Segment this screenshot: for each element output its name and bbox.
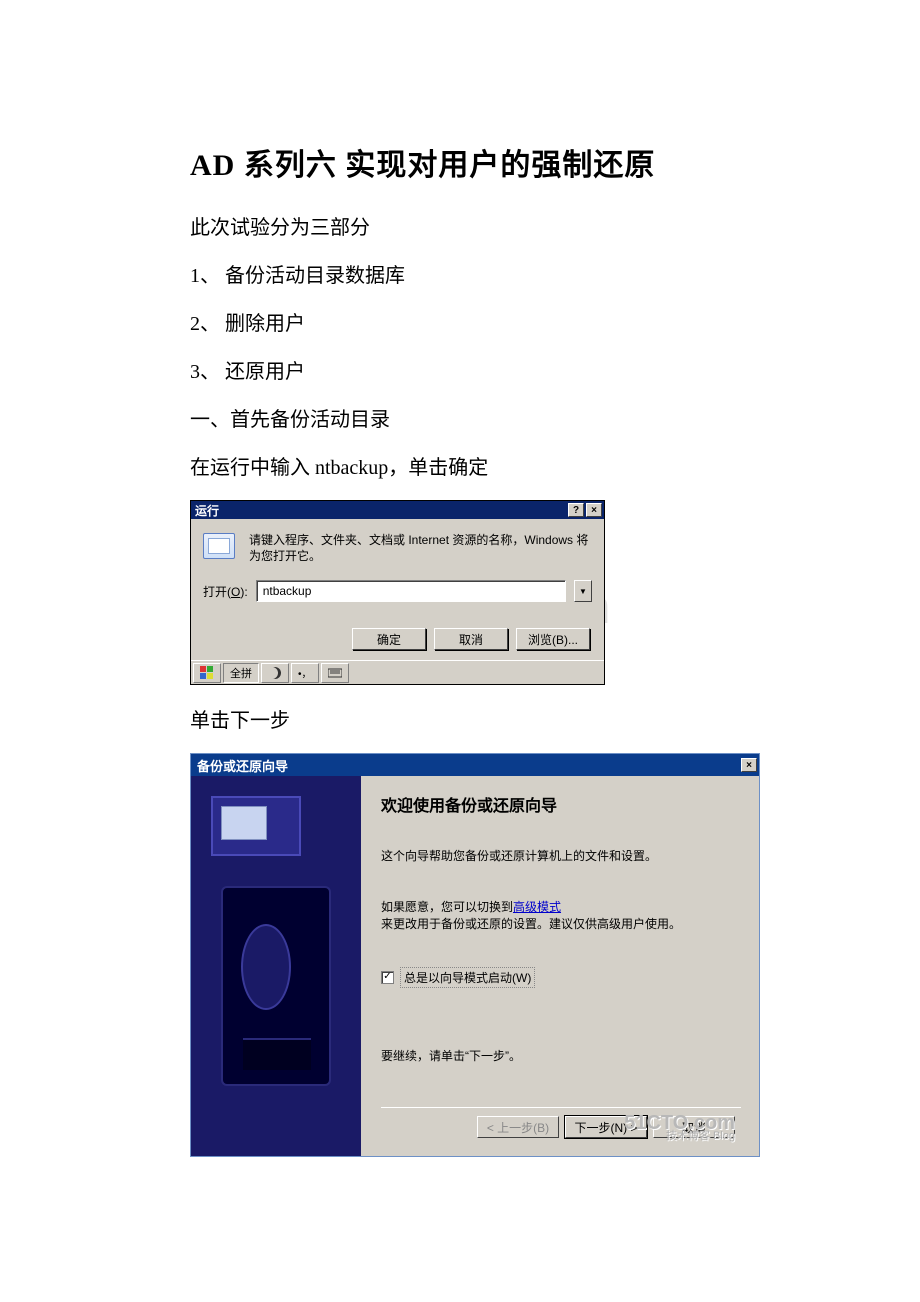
windows-flag-icon bbox=[200, 666, 214, 680]
wizard-sidebar-image bbox=[191, 776, 361, 1156]
half-moon-icon bbox=[268, 666, 282, 680]
ime-punct-icon[interactable]: •， bbox=[291, 663, 319, 683]
punct-icon: •， bbox=[298, 665, 312, 680]
keyboard-icon bbox=[328, 666, 342, 680]
run-icon bbox=[203, 533, 235, 559]
wizard-description: 这个向导帮助您备份或还原计算机上的文件和设置。 bbox=[381, 848, 741, 865]
ime-softkbd-icon[interactable] bbox=[321, 663, 349, 683]
ime-logo[interactable] bbox=[193, 663, 221, 683]
step-1: 1、 备份活动目录数据库 bbox=[190, 260, 730, 292]
wizard-heading: 欢迎使用备份或还原向导 bbox=[381, 792, 741, 816]
ime-taskbar: 全拼 •， bbox=[191, 660, 604, 684]
step-2: 2、 删除用户 bbox=[190, 308, 730, 340]
back-button: < 上一步(B) bbox=[477, 1116, 559, 1138]
run-dialog: 运行 ? × 请键入程序、文件夹、文档或 Internet 资源的名称，Wind… bbox=[190, 500, 605, 685]
browse-button[interactable]: 浏览(B)... bbox=[516, 628, 590, 650]
wizard-close-button[interactable]: × bbox=[741, 758, 757, 772]
next-button[interactable]: 下一步(N) > bbox=[565, 1116, 647, 1138]
section-heading-1: 一、首先备份活动目录 bbox=[190, 404, 730, 436]
intro-text: 此次试验分为三部分 bbox=[190, 212, 730, 244]
open-dropdown-button[interactable] bbox=[574, 580, 592, 602]
wizard-title: 备份或还原向导 bbox=[197, 756, 739, 775]
ok-button[interactable]: 确定 bbox=[352, 628, 426, 650]
run-titlebar: 运行 ? × bbox=[191, 501, 604, 519]
always-wizard-checkbox[interactable]: ✓ bbox=[381, 971, 394, 984]
instruction-run: 在运行中输入 ntbackup，单击确定 bbox=[190, 452, 730, 484]
run-title: 运行 bbox=[195, 502, 566, 519]
close-button[interactable]: × bbox=[586, 503, 602, 517]
wizard-cancel-button[interactable]: 取消 bbox=[653, 1116, 735, 1138]
open-label: 打开(O): bbox=[203, 583, 248, 600]
help-button[interactable]: ? bbox=[568, 503, 584, 517]
open-input-value: ntbackup bbox=[257, 584, 318, 598]
wizard-button-row: < 上一步(B) 下一步(N) > 取消 51CTO.com 技术博客 Blog bbox=[381, 1107, 741, 1146]
open-input[interactable]: ntbackup bbox=[256, 580, 566, 602]
cancel-button[interactable]: 取消 bbox=[434, 628, 508, 650]
ime-mode[interactable]: 全拼 bbox=[223, 663, 259, 683]
wizard-titlebar: 备份或还原向导 × bbox=[191, 754, 759, 776]
backup-wizard-dialog: 备份或还原向导 × 欢迎使用备份或还原向导 这个向导帮助您备份或还原计算机上的文… bbox=[190, 753, 760, 1157]
wizard-advanced-note: 如果愿意，您可以切换到高级模式来更改用于备份或还原的设置。建议仅供高级用户使用。 bbox=[381, 899, 741, 933]
advanced-mode-link[interactable]: 高级模式 bbox=[513, 900, 561, 914]
wizard-continue-text: 要继续，请单击“下一步”。 bbox=[381, 1048, 741, 1065]
instruction-next: 单击下一步 bbox=[190, 705, 730, 737]
page-title: AD 系列六 实现对用户的强制还原 bbox=[190, 140, 730, 184]
step-3: 3、 还原用户 bbox=[190, 356, 730, 388]
always-wizard-label: 总是以向导模式启动(W) bbox=[400, 967, 535, 988]
run-message: 请键入程序、文件夹、文档或 Internet 资源的名称，Windows 将为您… bbox=[249, 533, 592, 564]
ime-moon-icon[interactable] bbox=[261, 663, 289, 683]
